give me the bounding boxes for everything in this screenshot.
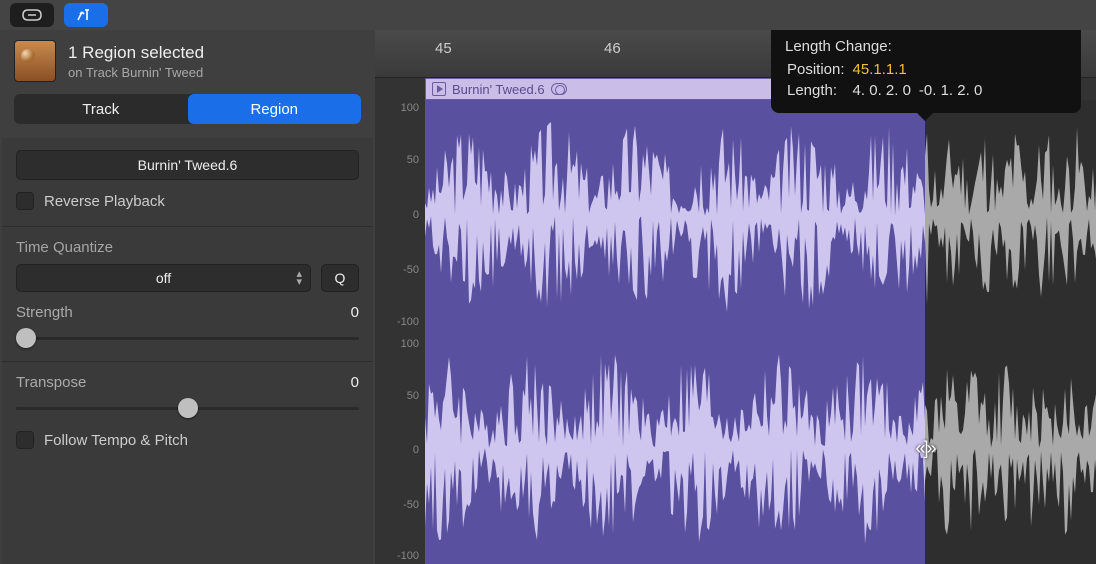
waveform-channel-left[interactable] (425, 100, 1096, 332)
amp-tick: -50 (403, 499, 419, 511)
tooltip-position-value: 45.1.1.1 (853, 61, 917, 80)
tooltip-length-delta: -0. 1. 2. 0 (919, 82, 988, 101)
strength-value[interactable]: 0 (351, 304, 359, 321)
track-thumbnail-icon (14, 40, 56, 82)
amp-tick: 50 (407, 154, 419, 166)
inspector-panel: 1 Region selected on Track Burnin' Tweed… (0, 30, 375, 564)
quantize-button[interactable]: Q (321, 264, 359, 292)
catch-playhead-button[interactable] (64, 3, 108, 27)
transpose-label: Transpose (16, 374, 86, 391)
tooltip-position-label: Position: (787, 61, 851, 80)
time-quantize-select[interactable]: off ▴▾ (16, 264, 311, 292)
amp-tick: 0 (413, 444, 419, 456)
reverse-playback-label: Reverse Playback (44, 193, 165, 210)
audio-editor: 45 46 47 Burnin' Tweed.6 100 50 0 -50 -1… (375, 30, 1096, 564)
follow-tempo-pitch-label: Follow Tempo & Pitch (44, 432, 188, 449)
amp-tick: 50 (407, 390, 419, 402)
chevron-updown-icon: ▴▾ (296, 270, 302, 286)
ruler-bar: 45 (431, 40, 452, 57)
amplitude-gutter: 100 50 0 -50 -100 100 50 0 -50 -100 (375, 100, 425, 564)
reverse-playback-checkbox[interactable] (16, 192, 34, 210)
transpose-slider[interactable] (16, 397, 359, 419)
amp-tick: 0 (413, 209, 419, 221)
tooltip-length-value: 4. 0. 2. 0 (853, 82, 917, 101)
cycle-mode-button[interactable] (10, 3, 54, 27)
inspector-tab-switch: Track Region (14, 94, 361, 124)
transpose-value[interactable]: 0 (351, 374, 359, 391)
amp-tick: 100 (401, 338, 419, 350)
tooltip-title: Length Change: (785, 38, 1067, 55)
toolbar (0, 0, 1096, 30)
tab-region[interactable]: Region (188, 94, 362, 124)
strength-slider[interactable] (16, 327, 359, 349)
ruler-bar: 46 (600, 40, 621, 57)
tab-track[interactable]: Track (14, 94, 188, 124)
stereo-icon (551, 83, 567, 95)
amp-tick: -50 (403, 264, 419, 276)
tooltip-length-label: Length: (787, 82, 851, 101)
time-quantize-value: off (156, 270, 171, 286)
time-quantize-heading: Time Quantize (16, 239, 359, 256)
selection-subtitle: on Track Burnin' Tweed (68, 65, 204, 80)
region-header-name: Burnin' Tweed.6 (452, 82, 545, 97)
waveform-channel-right[interactable]: «]» (425, 332, 1096, 564)
selection-title: 1 Region selected (68, 43, 204, 63)
amp-tick: -100 (397, 316, 419, 328)
amp-tick: 100 (401, 102, 419, 114)
length-change-tooltip: Length Change: Position: 45.1.1.1 Length… (771, 30, 1081, 113)
inspector-header: 1 Region selected on Track Burnin' Tweed (0, 30, 375, 94)
amp-tick: -100 (397, 550, 419, 562)
play-region-icon[interactable] (432, 82, 446, 96)
region-name-field[interactable]: Burnin' Tweed.6 (16, 150, 359, 180)
strength-label: Strength (16, 304, 73, 321)
follow-tempo-pitch-checkbox[interactable] (16, 431, 34, 449)
